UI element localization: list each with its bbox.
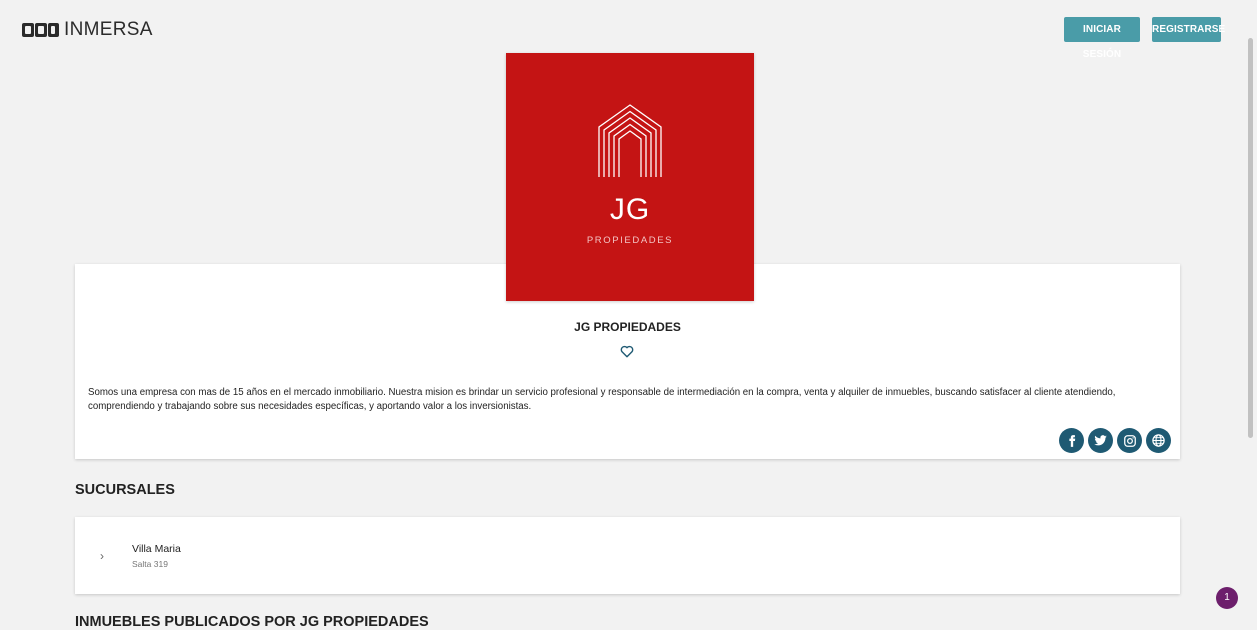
vr-headset-icon <box>22 23 59 37</box>
logo-initials: JG <box>609 193 651 226</box>
branches-title: SUCURSALES <box>75 482 175 498</box>
branch-address: Salta 319 <box>132 559 168 569</box>
twitter-icon[interactable] <box>1088 428 1113 453</box>
chevron-right-icon[interactable]: › <box>100 549 104 563</box>
register-button[interactable]: REGISTRARSE <box>1152 17 1225 42</box>
brand-name: INMERSA <box>64 19 153 40</box>
scrollbar[interactable] <box>1243 0 1257 623</box>
agency-logo: JG PROPIEDADES <box>506 53 754 301</box>
brand-logo[interactable]: INMERSA <box>22 19 153 41</box>
instagram-icon[interactable] <box>1117 428 1142 453</box>
notification-badge[interactable]: 1 <box>1216 587 1238 609</box>
logo-subtitle: PROPIEDADES <box>586 235 674 246</box>
scrollbar-thumb[interactable] <box>1248 38 1253 438</box>
social-links <box>1059 428 1171 453</box>
globe-icon[interactable] <box>1146 428 1171 453</box>
agency-description: Somos una empresa con mas de 15 años en … <box>88 387 1116 412</box>
listings-title: INMUEBLES PUBLICADOS POR JG PROPIEDADES <box>75 614 429 630</box>
facebook-icon[interactable] <box>1059 428 1084 453</box>
favorite-heart-icon[interactable] <box>620 345 634 358</box>
branch-name: Villa Maria <box>132 543 181 555</box>
branches-card: › Villa Maria Salta 319 <box>75 517 1180 594</box>
top-bar: INMERSA INICIAR SESIÓN REGISTRARSE <box>0 0 1257 60</box>
house-outline-icon <box>598 104 662 177</box>
agency-name: JG PROPIEDADES <box>574 320 681 334</box>
login-button[interactable]: INICIAR SESIÓN <box>1064 17 1140 60</box>
